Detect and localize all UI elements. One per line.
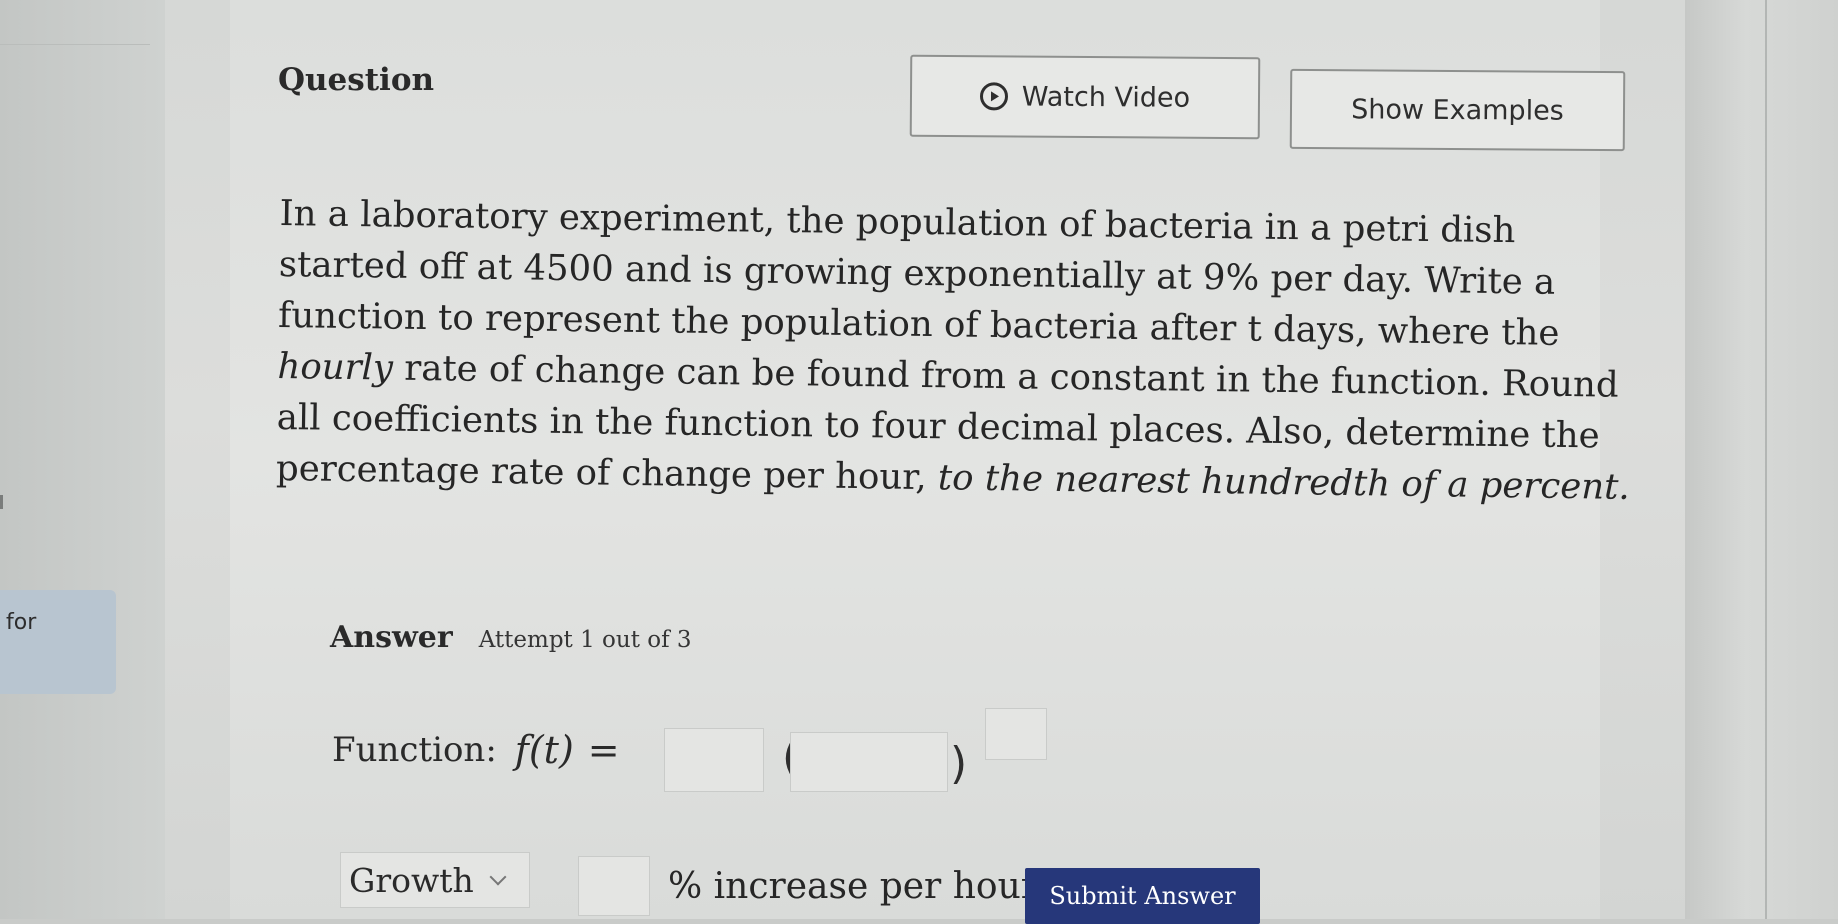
coefficient-input[interactable] <box>664 728 764 792</box>
play-circle-icon <box>979 82 1008 111</box>
answer-label: Answer <box>330 620 453 655</box>
watch-video-button[interactable]: Watch Video <box>909 54 1261 140</box>
percent-label: % increase per hour <box>668 866 1038 907</box>
base-input[interactable] <box>790 732 948 792</box>
attempt-counter: Attempt 1 out of 3 <box>478 627 692 653</box>
close-paren: ) <box>950 738 968 789</box>
sidebar-marker <box>0 495 3 509</box>
sidebar-tab-label: for <box>6 610 37 635</box>
growth-decay-select[interactable]: Growth <box>340 852 530 908</box>
submit-answer-label: Submit Answer <box>1049 882 1236 910</box>
problem-text: In a laboratory experiment, the populati… <box>275 188 1630 513</box>
equals-sign: = <box>587 728 620 772</box>
answer-header: Answer Attempt 1 out of 3 <box>330 620 692 655</box>
show-examples-label: Show Examples <box>1351 93 1564 127</box>
show-examples-button[interactable]: Show Examples <box>1289 68 1626 152</box>
precision-emphasis: to the nearest hundredth of a percent. <box>937 457 1630 508</box>
watch-video-label: Watch Video <box>1021 81 1191 114</box>
sidebar-tab[interactable]: for <box>0 590 116 694</box>
function-expression: f(t) <box>514 728 574 772</box>
sidebar-divider <box>0 44 150 45</box>
submit-answer-button[interactable]: Submit Answer <box>1025 868 1260 924</box>
right-divider <box>1765 0 1767 919</box>
right-column <box>1685 0 1838 919</box>
growth-select-value: Growth <box>349 860 474 900</box>
function-label: Function: <box>332 730 497 770</box>
function-row: Function: f(t) = <box>332 728 620 772</box>
problem-line-text: percentage rate of change per hour, <box>275 447 939 499</box>
left-sidebar: for <box>0 0 165 919</box>
hourly-emphasis: hourly <box>277 345 394 389</box>
question-title: Question <box>278 62 435 98</box>
chevron-down-icon <box>489 868 507 886</box>
exponent-input[interactable] <box>985 708 1047 760</box>
percent-input[interactable] <box>578 856 650 916</box>
